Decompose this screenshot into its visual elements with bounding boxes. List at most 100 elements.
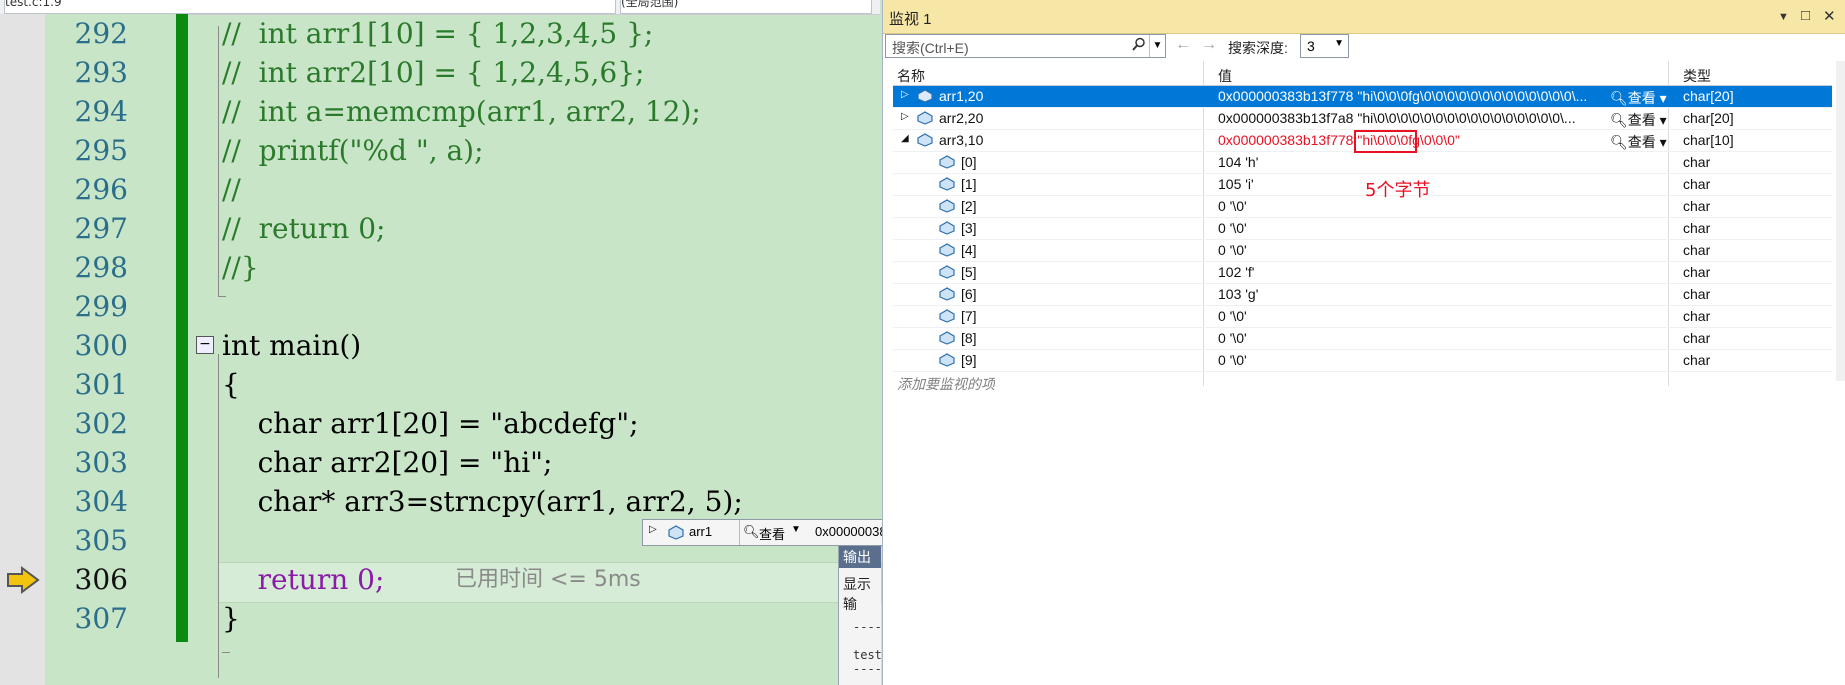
scope-dropdown[interactable]: (全局范围) [620, 0, 872, 14]
watch-item-name: [3] [961, 220, 977, 236]
view-label: 查看 [1627, 134, 1656, 150]
expand-arrow-icon[interactable]: ▷ [901, 89, 909, 100]
variable-icon [917, 111, 933, 125]
code-line: 295// printf("%d ", a); [74, 134, 484, 167]
output-line: test [853, 648, 882, 662]
watch-row[interactable]: [9] 0 '\0' char [893, 350, 1832, 372]
watch-row[interactable]: [1] 105 'i' char [893, 174, 1832, 196]
watch-row[interactable]: [4] 0 '\0' char [893, 240, 1832, 262]
chevron-down-icon[interactable]: ▼ [1149, 35, 1165, 57]
watch-item-type: char[10] [1683, 132, 1734, 148]
view-label: 查看 [1627, 112, 1656, 128]
code-line: 302 char arr1[20] = "abcdefg"; [74, 407, 639, 440]
view-label: 查看 [1627, 90, 1656, 106]
annotation-text: 5个字节 [1365, 180, 1431, 201]
watch-row[interactable]: ▷ arr1,20 0x000000383b13f778 "hi\0\0\0fg\0… [893, 86, 1832, 108]
chevron-down-icon[interactable]: ▼ [791, 524, 801, 535]
maximize-icon[interactable]: □ [1801, 7, 1810, 24]
watch-row[interactable]: [6] 103 'g' char [893, 284, 1832, 306]
code-line: 293// int arr2[10] = { 1,2,4,5,6}; [74, 56, 645, 89]
code-line: 307} [74, 602, 240, 635]
watch-row[interactable]: [5] 102 'f' char [893, 262, 1832, 284]
watch-item-type: char[20] [1683, 88, 1734, 104]
back-arrow-icon[interactable]: ← [1175, 36, 1191, 54]
watch-item-value: 0 '\0' [1218, 242, 1247, 258]
output-pane[interactable]: 输出 显示输 ---- test ---- [838, 546, 882, 685]
depth-value: 3 [1307, 38, 1315, 54]
code-line: 297// return 0; [74, 212, 386, 245]
search-icon[interactable]: 🔍︎ [743, 524, 760, 540]
output-title: 输出 [839, 546, 881, 568]
add-item-hint: 添加要监视的项 [897, 376, 995, 392]
add-watch-item[interactable]: 添加要监视的项 [893, 372, 1832, 393]
search-depth-label: 搜索深度: [1228, 40, 1288, 56]
column-header-value[interactable]: 值 [1218, 66, 1232, 86]
dropdown-arrow-icon[interactable]: ▼ [1778, 11, 1789, 23]
code-line: 298//} [74, 251, 259, 284]
code-line: 303 char arr2[20] = "hi"; [74, 446, 553, 479]
variable-icon [939, 221, 955, 235]
code-line-current: 306 return 0; 已用时间 <= 5ms [0, 560, 880, 599]
watch-item-name: [4] [961, 242, 977, 258]
watch-row[interactable]: [7] 0 '\0' char [893, 306, 1832, 328]
variable-icon [939, 199, 955, 213]
watch-item-name: [9] [961, 352, 977, 368]
search-depth-dropdown[interactable]: 3 ▼ [1300, 34, 1349, 58]
watch-item-name: arr2,20 [939, 110, 984, 126]
watch-item-value: 102 'f' [1218, 264, 1255, 280]
watch-row[interactable]: [3] 0 '\0' char [893, 218, 1832, 240]
watch-item-type: char [1683, 308, 1711, 324]
expand-arrow-icon[interactable]: ▷ [649, 524, 657, 535]
output-show-label: 显示输 [843, 576, 871, 612]
watch-item-type: char [1683, 176, 1711, 192]
view-button[interactable]: 🔍︎查看 ▾ [1610, 110, 1667, 130]
watch-item-type: char [1683, 264, 1711, 280]
view-button[interactable]: 🔍︎查看 ▾ [1610, 88, 1667, 108]
watch-window[interactable]: 监视 1 ▼ □ ✕ 搜索(Ctrl+E) ▼ ← → 搜索深度: 3 ▼ 名称 … [882, 0, 1845, 685]
variable-icon [939, 155, 955, 169]
close-icon[interactable]: ✕ [1823, 7, 1836, 25]
elapsed-time-hint: 已用时间 <= 5ms [455, 567, 641, 592]
watch-item-type: char [1683, 242, 1711, 258]
variable-icon [917, 133, 933, 147]
code-line: 299 [74, 290, 128, 323]
watch-item-value: 0 '\0' [1218, 308, 1247, 324]
column-header-type[interactable]: 类型 [1683, 66, 1711, 86]
column-header-name[interactable]: 名称 [897, 66, 925, 86]
expand-arrow-icon[interactable]: ▷ [901, 111, 909, 122]
watch-item-type: char [1683, 198, 1711, 214]
watch-item-value: 0x000000383b13f778 "hi\0\0\0fg\0\0\0\0\0… [1218, 88, 1588, 104]
watch-item-name: [7] [961, 308, 977, 324]
watch-search-input[interactable]: 搜索(Ctrl+E) ▼ [885, 34, 1166, 58]
watch-item-name: [5] [961, 264, 977, 280]
expanded-arrow-icon[interactable]: ◢ [901, 133, 909, 144]
file-dropdown[interactable]: test.c:1.9 [4, 0, 616, 14]
chevron-down-icon: ▼ [1334, 38, 1344, 49]
editor-nav-bar: test.c:1.9 (全局范围) [0, 0, 880, 15]
code-editor[interactable]: 292// int arr1[10] = { 1,2,3,4,5 }; 293/… [0, 14, 880, 685]
forward-arrow-icon[interactable]: → [1201, 36, 1217, 54]
watch-row[interactable]: [8] 0 '\0' char [893, 328, 1832, 350]
view-button[interactable]: 🔍︎查看 ▾ [1610, 132, 1667, 152]
code-line: 304 char* arr3=strncpy(arr1, arr2, 5); [74, 485, 743, 518]
watch-title-bar: 监视 1 ▼ □ ✕ [883, 0, 1845, 34]
code-line: 296// [74, 173, 241, 206]
search-placeholder: 搜索(Ctrl+E) [892, 40, 969, 56]
watch-item-value: 0 '\0' [1218, 330, 1247, 346]
watch-item-name: [8] [961, 330, 977, 346]
vertical-scrollbar[interactable] [1836, 61, 1845, 381]
watch-item-value: 0 '\0' [1218, 220, 1247, 236]
watch-row[interactable]: ▷ arr2,20 0x000000383b13f7a8 "hi\0\0\0\0\0… [893, 108, 1832, 130]
watch-row[interactable]: [0] 104 'h' char [893, 152, 1832, 174]
variable-icon [939, 309, 955, 323]
variable-icon [939, 331, 955, 345]
watch-row[interactable]: [2] 0 '\0' char [893, 196, 1832, 218]
watch-item-value: 104 'h' [1218, 154, 1259, 170]
view-button[interactable]: 查看 [759, 524, 785, 543]
search-icon[interactable] [1132, 37, 1146, 51]
code-line: 300 int main() [0, 326, 880, 365]
watch-item-type: char [1683, 220, 1711, 236]
variable-icon [939, 353, 955, 367]
variable-icon [939, 265, 955, 279]
watch-item-type: char[20] [1683, 110, 1734, 126]
